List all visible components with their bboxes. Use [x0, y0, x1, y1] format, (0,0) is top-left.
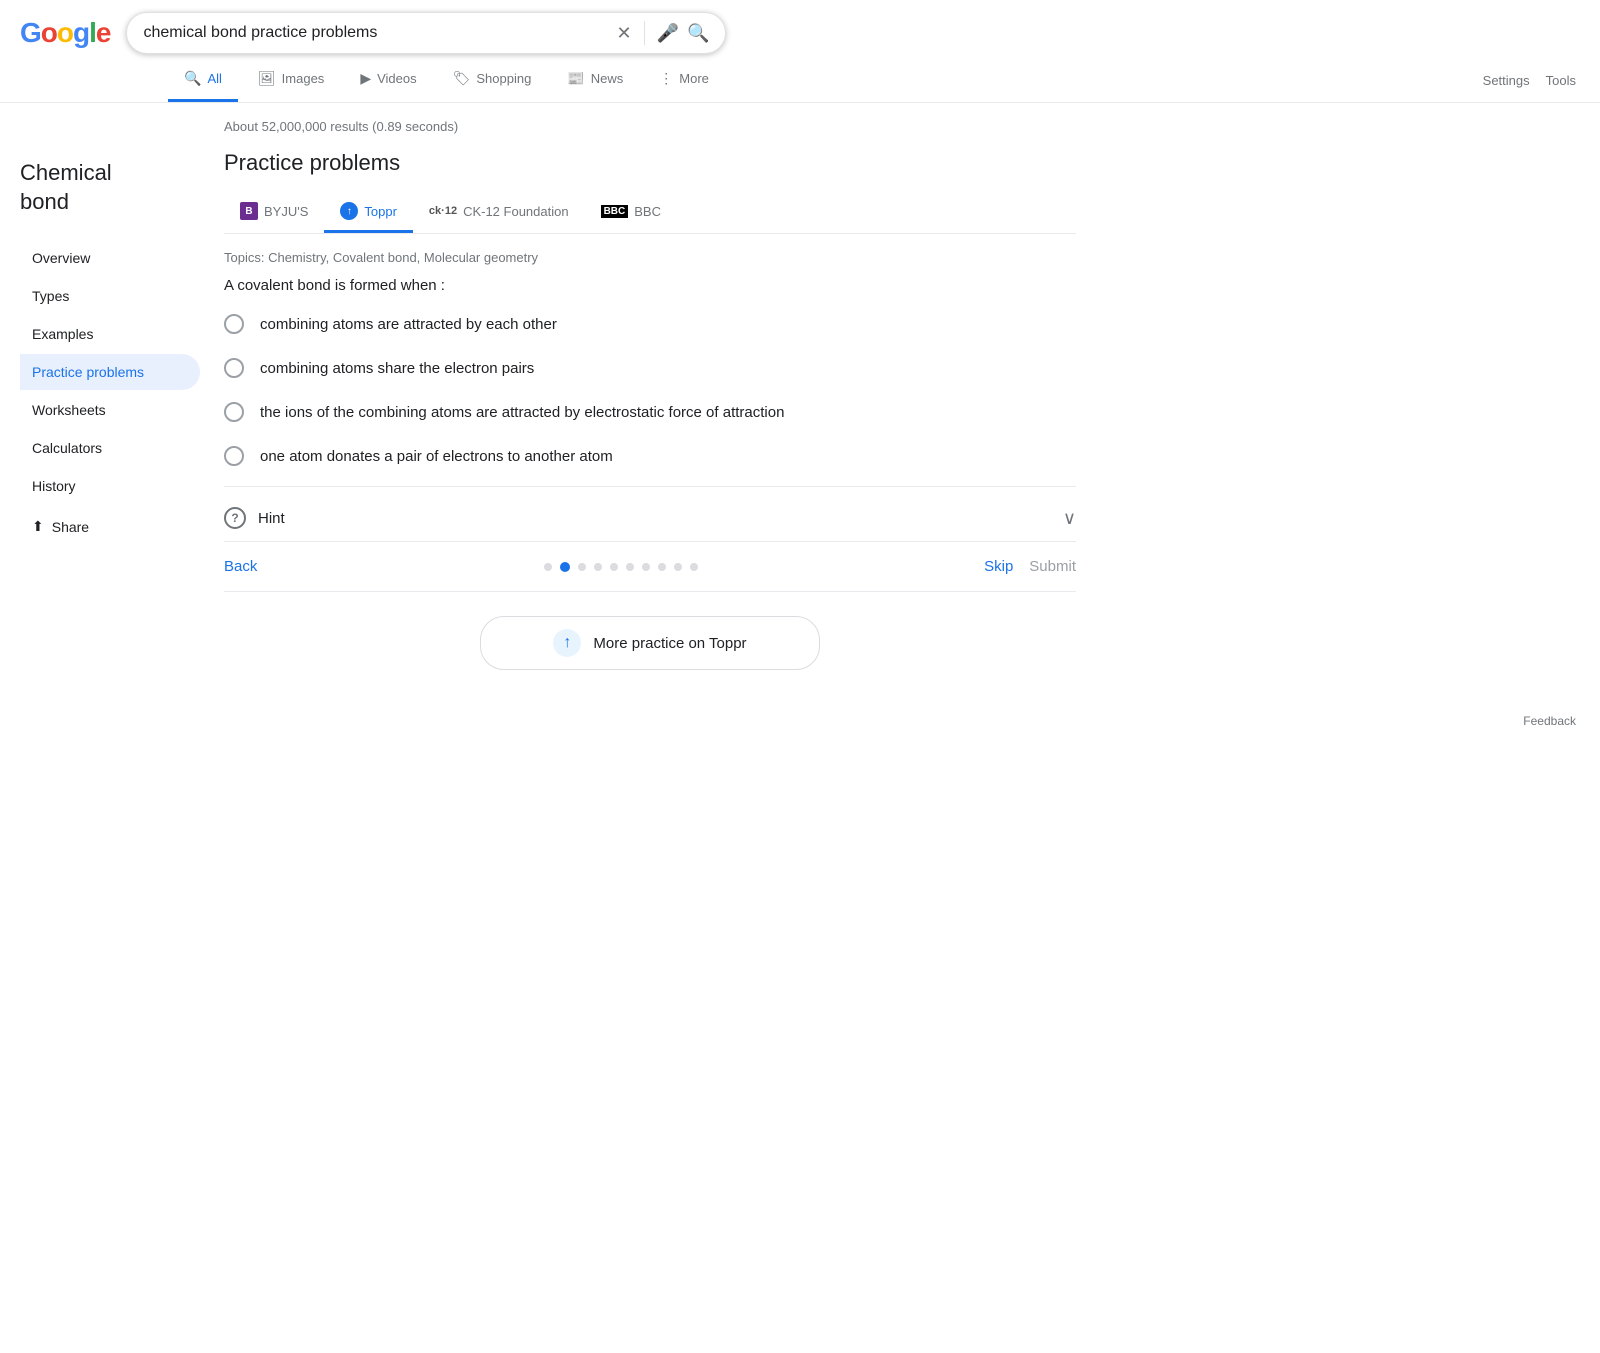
more-practice-section: ↑ More practice on Toppr	[224, 616, 1076, 670]
source-tab-ck12[interactable]: ck·12 CK-12 Foundation	[413, 194, 585, 232]
shopping-icon: 🏷	[453, 70, 471, 87]
chevron-down-icon[interactable]: ∨	[1063, 508, 1076, 529]
hint-question-icon: ?	[224, 507, 246, 529]
submit-button: Submit	[1029, 558, 1076, 575]
skip-button[interactable]: Skip	[984, 558, 1013, 575]
ck12-icon: ck·12	[429, 205, 457, 217]
tab-more-label: More	[679, 71, 709, 86]
topics: Topics: Chemistry, Covalent bond, Molecu…	[224, 250, 1076, 265]
sidebar-item-worksheets[interactable]: Worksheets	[20, 392, 200, 428]
dot-5	[610, 563, 618, 571]
hint-row[interactable]: ? Hint ∨	[224, 495, 1076, 542]
tab-more[interactable]: ⋮ More	[643, 58, 725, 102]
hint-left: ? Hint	[224, 507, 285, 529]
answer-text-b: combining atoms share the electron pairs	[260, 360, 534, 377]
section-title: Practice problems	[224, 150, 1076, 176]
dot-7	[642, 563, 650, 571]
dot-9	[674, 563, 682, 571]
header: Google ✕ 🎤 🔍	[0, 0, 1600, 54]
images-icon: 🖼	[258, 70, 276, 87]
radio-d[interactable]	[224, 446, 244, 466]
dot-10	[690, 563, 698, 571]
dot-4	[594, 563, 602, 571]
navigation-row: Back Skip Submit	[224, 542, 1076, 592]
dot-8	[658, 563, 666, 571]
share-icon: ⬆	[32, 518, 44, 535]
sidebar: Chemical bond Overview Types Examples Pr…	[20, 119, 200, 702]
toppr-icon: ↑	[340, 202, 358, 220]
nav-right-actions: Skip Submit	[984, 558, 1076, 575]
answer-option-b[interactable]: combining atoms share the electron pairs	[224, 354, 1076, 382]
sidebar-item-examples[interactable]: Examples	[20, 316, 200, 352]
sidebar-item-practice-problems[interactable]: Practice problems	[20, 354, 200, 390]
tab-news-label: News	[591, 71, 624, 86]
search-bar[interactable]: ✕ 🎤 🔍	[126, 12, 726, 54]
results-count: About 52,000,000 results (0.89 seconds)	[224, 119, 1076, 134]
sidebar-share[interactable]: ⬆ Share	[20, 508, 200, 545]
more-practice-button[interactable]: ↑ More practice on Toppr	[480, 616, 820, 670]
divider-above-hint	[224, 486, 1076, 487]
source-tab-toppr[interactable]: ↑ Toppr	[324, 192, 413, 233]
all-icon: 🔍	[184, 70, 201, 87]
radio-a[interactable]	[224, 314, 244, 334]
nav-tabs: 🔍 All 🖼 Images ▶ Videos 🏷 Shopping 📰 New…	[0, 58, 1600, 103]
sidebar-topic-title: Chemical bond	[20, 159, 200, 216]
back-button[interactable]: Back	[224, 558, 257, 575]
radio-b[interactable]	[224, 358, 244, 378]
answer-text-c: the ions of the combining atoms are attr…	[260, 404, 784, 421]
dot-3	[578, 563, 586, 571]
answer-text-a: combining atoms are attracted by each ot…	[260, 316, 557, 333]
tab-images-label: Images	[282, 71, 325, 86]
microphone-icon[interactable]: 🎤	[657, 23, 679, 44]
sidebar-item-history[interactable]: History	[20, 468, 200, 504]
clear-icon[interactable]: ✕	[617, 23, 632, 44]
search-divider	[644, 21, 645, 45]
more-practice-label: More practice on Toppr	[593, 635, 746, 652]
feedback-link[interactable]: Feedback	[1523, 714, 1576, 728]
toppr-button-icon: ↑	[553, 629, 581, 657]
answer-options: combining atoms are attracted by each ot…	[224, 310, 1076, 470]
nav-settings: Settings Tools	[1483, 73, 1600, 88]
videos-icon: ▶	[360, 70, 371, 87]
answer-text-d: one atom donates a pair of electrons to …	[260, 448, 613, 465]
tab-all[interactable]: 🔍 All	[168, 58, 238, 102]
dot-1	[544, 563, 552, 571]
more-dots-icon: ⋮	[659, 70, 673, 87]
tools-link[interactable]: Tools	[1546, 73, 1576, 88]
content-area: Chemical bond Overview Types Examples Pr…	[0, 103, 1600, 702]
answer-option-c[interactable]: the ions of the combining atoms are attr…	[224, 398, 1076, 426]
hint-label: Hint	[258, 510, 285, 527]
google-logo[interactable]: Google	[20, 17, 110, 49]
sidebar-item-types[interactable]: Types	[20, 278, 200, 314]
search-submit-icon[interactable]: 🔍	[687, 23, 709, 44]
radio-c[interactable]	[224, 402, 244, 422]
byjus-icon: B	[240, 202, 258, 220]
source-tabs: B BYJU'S ↑ Toppr ck·12 CK-12 Foundation …	[224, 192, 1076, 234]
tab-videos-label: Videos	[377, 71, 417, 86]
tab-news[interactable]: 📰 News	[551, 58, 639, 102]
progress-dots	[544, 562, 698, 572]
question-prompt: A covalent bond is formed when :	[224, 277, 1076, 294]
settings-link[interactable]: Settings	[1483, 73, 1530, 88]
tab-all-label: All	[207, 71, 221, 86]
main-content: About 52,000,000 results (0.89 seconds) …	[200, 119, 1100, 702]
dot-2	[560, 562, 570, 572]
tab-videos[interactable]: ▶ Videos	[344, 58, 432, 102]
source-tab-byjus[interactable]: B BYJU'S	[224, 192, 324, 233]
dot-6	[626, 563, 634, 571]
tab-shopping-label: Shopping	[476, 71, 531, 86]
tab-shopping[interactable]: 🏷 Shopping	[437, 58, 548, 102]
sidebar-item-calculators[interactable]: Calculators	[20, 430, 200, 466]
tab-images[interactable]: 🖼 Images	[242, 58, 340, 102]
search-input[interactable]	[143, 24, 608, 42]
answer-option-d[interactable]: one atom donates a pair of electrons to …	[224, 442, 1076, 470]
bbc-icon: BBC	[601, 205, 629, 218]
source-tab-bbc[interactable]: BBC BBC	[585, 194, 677, 232]
answer-option-a[interactable]: combining atoms are attracted by each ot…	[224, 310, 1076, 338]
sidebar-item-overview[interactable]: Overview	[20, 240, 200, 276]
news-icon: 📰	[567, 70, 584, 87]
feedback-bar: Feedback	[0, 702, 1600, 740]
